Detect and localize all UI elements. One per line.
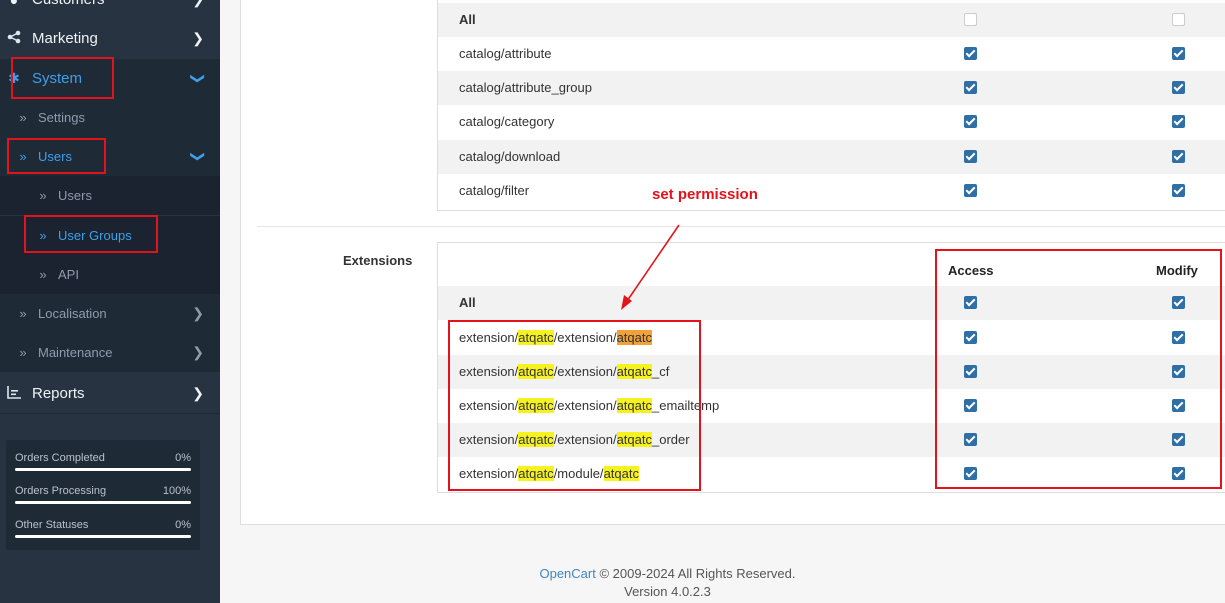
- modify-checkbox[interactable]: [1172, 433, 1185, 446]
- table-row: extension/atqatc/extension/atqatc_emailt…: [438, 389, 1225, 423]
- double-chevron-icon: »: [39, 188, 47, 203]
- sidebar-item-settings[interactable]: » Settings: [0, 98, 220, 137]
- progress-bar: [15, 468, 191, 471]
- sidebar-item-maintenance[interactable]: » Maintenance ❯: [0, 333, 220, 372]
- double-chevron-icon: »: [19, 345, 27, 360]
- access-checkbox[interactable]: [964, 433, 977, 446]
- chevron-down-icon: ❯: [190, 72, 207, 85]
- share-icon: [5, 30, 23, 47]
- access-checkbox[interactable]: [964, 467, 977, 480]
- access-checkbox[interactable]: [964, 296, 977, 309]
- divider: [0, 413, 220, 414]
- access-checkbox[interactable]: [964, 81, 977, 94]
- annotation-set-permission: set permission: [652, 186, 758, 203]
- chevron-right-icon: ❯: [192, 385, 204, 401]
- extension-path: extension/atqatc/extension/atqatc_emailt…: [459, 398, 720, 413]
- modify-checkbox[interactable]: [1172, 331, 1185, 344]
- sidebar-item-marketing[interactable]: Marketing ❯: [0, 19, 220, 58]
- extension-path: extension/atqatc/extension/atqatc: [459, 330, 652, 345]
- chevron-down-icon: ❯: [190, 150, 207, 163]
- double-chevron-icon: »: [39, 267, 47, 282]
- modify-checkbox[interactable]: [1172, 81, 1185, 94]
- progress-bar: [15, 535, 191, 538]
- double-chevron-icon: »: [19, 110, 27, 125]
- sidebar-item-system[interactable]: ✱ System ❯: [0, 59, 220, 98]
- table-row: catalog/category: [438, 105, 1225, 139]
- divider: [257, 226, 1225, 227]
- extensions-section-label: Extensions: [343, 253, 413, 268]
- modify-checkbox[interactable]: [1172, 13, 1185, 26]
- chevron-right-icon: ❯: [192, 344, 204, 360]
- modify-column-header: Modify: [1156, 263, 1198, 278]
- sidebar-subitem-user-groups[interactable]: » User Groups: [0, 216, 220, 255]
- permissions-table-top: All catalog/attribute catalog/attribute_…: [437, 0, 1225, 211]
- modify-checkbox[interactable]: [1172, 150, 1185, 163]
- access-checkbox[interactable]: [964, 115, 977, 128]
- table-row: extension/atqatc/extension/atqatc: [438, 321, 1225, 355]
- access-checkbox[interactable]: [964, 13, 977, 26]
- access-checkbox[interactable]: [964, 365, 977, 378]
- modify-checkbox[interactable]: [1172, 467, 1185, 480]
- sidebar-item-localisation[interactable]: » Localisation ❯: [0, 294, 220, 333]
- table-row: catalog/attribute: [438, 37, 1225, 71]
- sidebar-item-customers[interactable]: ● Customers ❯: [0, 0, 220, 19]
- annotation-arrow: [621, 224, 680, 310]
- table-row: catalog/attribute_group: [438, 71, 1225, 105]
- stat-other-statuses: Other Statuses 0%: [15, 519, 191, 538]
- sidebar-subitem-users[interactable]: » Users: [0, 176, 220, 215]
- chevron-right-icon: ❯: [192, 305, 204, 321]
- sidebar: ● Customers ❯ Marketing ❯ ✱ System ❯ » S…: [0, 0, 220, 603]
- extension-path: extension/atqatc/extension/atqatc_cf: [459, 364, 670, 379]
- sidebar-item-reports[interactable]: Reports ❯: [0, 374, 220, 413]
- permission-card: All catalog/attribute catalog/attribute_…: [240, 0, 1225, 525]
- stat-orders-completed: Orders Completed 0%: [15, 452, 191, 471]
- gear-icon: ✱: [8, 70, 20, 86]
- sidebar-subitem-api[interactable]: » API: [0, 255, 220, 294]
- table-row: extension/atqatc/extension/atqatc_cf: [438, 355, 1225, 389]
- main-content: All catalog/attribute catalog/attribute_…: [220, 0, 1225, 603]
- extensions-permissions-table: Access Modify All extension/atqatc/exten…: [437, 242, 1225, 493]
- access-checkbox[interactable]: [964, 47, 977, 60]
- table-row: All: [438, 286, 1225, 320]
- table-row: All: [438, 3, 1225, 37]
- chevron-right-icon: ❯: [192, 0, 204, 8]
- extension-path: extension/atqatc/module/atqatc: [459, 466, 639, 481]
- double-chevron-icon: »: [39, 228, 47, 243]
- modify-checkbox[interactable]: [1172, 47, 1185, 60]
- table-row: catalog/filter: [438, 174, 1225, 208]
- extension-path: extension/atqatc/extension/atqatc_order: [459, 432, 690, 447]
- modify-checkbox[interactable]: [1172, 115, 1185, 128]
- double-chevron-icon: »: [19, 149, 27, 164]
- access-checkbox[interactable]: [964, 331, 977, 344]
- progress-bar: [15, 501, 191, 504]
- table-row: catalog/download: [438, 140, 1225, 174]
- modify-checkbox[interactable]: [1172, 399, 1185, 412]
- modify-checkbox[interactable]: [1172, 184, 1185, 197]
- footer-copyright: OpenCart © 2009-2024 All Rights Reserved…: [539, 566, 796, 581]
- chart-icon: [5, 385, 23, 402]
- modify-checkbox[interactable]: [1172, 365, 1185, 378]
- chevron-right-icon: ❯: [192, 30, 204, 46]
- double-chevron-icon: »: [19, 306, 27, 321]
- table-row: extension/atqatc/extension/atqatc_order: [438, 423, 1225, 457]
- access-checkbox[interactable]: [964, 150, 977, 163]
- user-icon: ●: [5, 0, 23, 8]
- sidebar-item-users[interactable]: » Users ❯: [0, 137, 220, 176]
- modify-checkbox[interactable]: [1172, 296, 1185, 309]
- stat-orders-processing: Orders Processing 100%: [15, 485, 191, 504]
- table-row: extension/atqatc/module/atqatc: [438, 457, 1225, 491]
- access-checkbox[interactable]: [964, 399, 977, 412]
- order-stats-panel: Orders Completed 0% Orders Processing 10…: [6, 440, 200, 550]
- access-checkbox[interactable]: [964, 184, 977, 197]
- access-column-header: Access: [948, 263, 994, 278]
- opencart-link[interactable]: OpenCart: [539, 566, 595, 581]
- footer-version: Version 4.0.2.3: [624, 584, 711, 599]
